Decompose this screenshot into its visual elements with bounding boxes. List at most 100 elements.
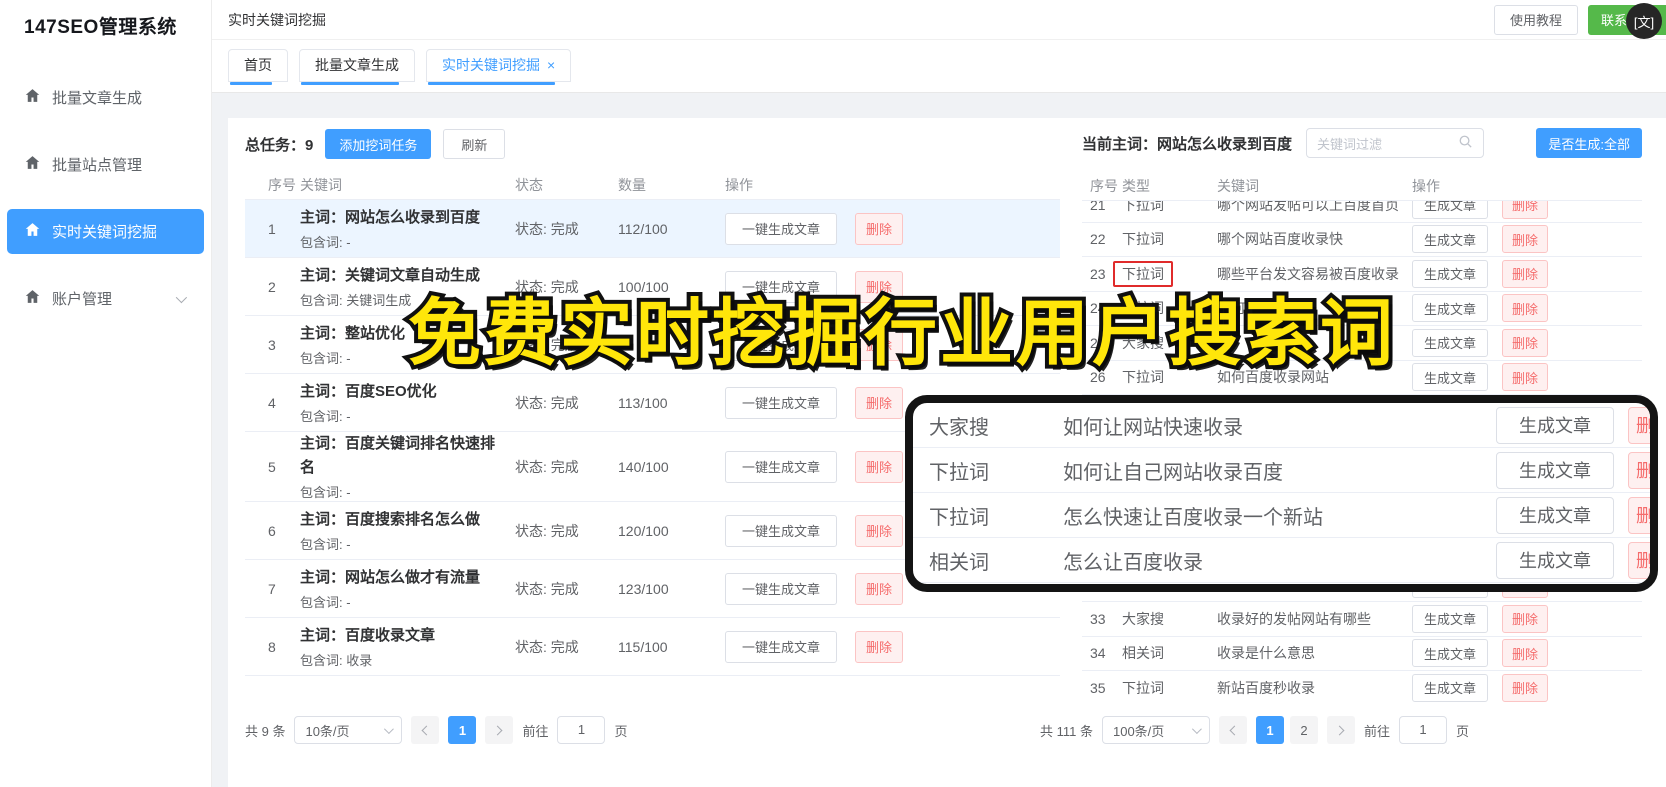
generate-all-button[interactable]: 是否生成:全部	[1536, 128, 1642, 158]
page-size-select[interactable]: 10条/页	[294, 716, 403, 744]
next-page-button[interactable]	[485, 716, 514, 744]
delete-button[interactable]: 删除	[855, 212, 903, 245]
delete-button[interactable]: 删除	[1628, 451, 1650, 489]
task-quantity: 120/100	[618, 522, 669, 539]
tab[interactable]: 首页×	[228, 49, 288, 85]
generate-article-button[interactable]: 生成文章	[1412, 259, 1488, 288]
add-task-button[interactable]: 添加挖词任务	[325, 129, 432, 159]
table-row[interactable]: 21 下拉词 哪个网站发帖可以上百度首页 生成文章 删除	[1082, 201, 1642, 223]
delete-button[interactable]: 删除	[1502, 639, 1548, 668]
goto-label: 前往	[1363, 723, 1390, 739]
delete-button[interactable]: 删除	[855, 630, 903, 663]
one-key-generate-button[interactable]: 一键生成文章	[725, 212, 837, 245]
prev-page-button[interactable]	[411, 716, 440, 744]
generate-article-button[interactable]: 生成文章	[1412, 225, 1488, 254]
table-row[interactable]: 24 下拉词 如何 生成文章 删除	[1082, 292, 1642, 326]
generate-article-button[interactable]: 生成文章	[1496, 496, 1614, 534]
tab[interactable]: 实时关键词挖掘 ×	[426, 49, 572, 85]
delete-button[interactable]: 删除	[1628, 541, 1650, 579]
delete-button[interactable]: 删除	[1502, 604, 1548, 633]
prev-page-button[interactable]	[1218, 716, 1247, 744]
sidebar-item[interactable]: 批量站点管理	[7, 142, 204, 187]
sidebar-item[interactable]: 实时关键词挖掘	[7, 209, 204, 254]
task-quantity: 112/100	[618, 220, 668, 237]
delete-button[interactable]: 删除	[855, 270, 903, 303]
delete-button[interactable]: 删除	[855, 450, 903, 483]
keyword-type: 相关词	[1122, 645, 1164, 662]
row-number: 2	[268, 278, 276, 295]
generate-article-button[interactable]: 生成文章	[1412, 328, 1488, 357]
table-row[interactable]: 1 主词：网站怎么收录到百度 包含词: - 状态: 完成 112/100 一键生…	[245, 200, 1060, 258]
keyword-text: 如何让自己网站收录百度	[1063, 461, 1283, 484]
generate-article-button[interactable]: 生成文章	[1412, 604, 1488, 633]
goto-page-input[interactable]: 1	[557, 716, 606, 744]
sidebar-item[interactable]: 批量文章生成	[7, 75, 204, 120]
generate-article-button[interactable]: 生成文章	[1496, 406, 1614, 444]
delete-button[interactable]: 删除	[855, 514, 903, 547]
page-number[interactable]: 2	[1289, 716, 1318, 744]
delete-button[interactable]: 删除	[1502, 328, 1548, 357]
table-row[interactable]: 26 下拉词 如何百度收录网站 生成文章 删除	[1082, 361, 1642, 395]
generate-article-button[interactable]: 生成文章	[1496, 451, 1614, 489]
refresh-button[interactable]: 刷新	[443, 129, 506, 159]
delete-button[interactable]: 删除	[1502, 673, 1548, 702]
one-key-generate-button[interactable]: 一键生成文章	[725, 514, 837, 547]
total-tasks-label: 总任务：9	[245, 136, 314, 154]
close-icon[interactable]: ×	[547, 57, 555, 73]
next-page-button[interactable]	[1326, 716, 1355, 744]
tab[interactable]: 批量文章生成×	[299, 49, 415, 85]
keyword-text: 怎么快速让百度收录一个新站	[1063, 506, 1323, 529]
sidebar-item[interactable]: 账户管理	[7, 276, 204, 321]
table-row[interactable]: 23 下拉词 哪些平台发文容易被百度收录 生成文章 删除	[1082, 257, 1642, 292]
one-key-generate-button[interactable]: 一键生成文章	[725, 328, 837, 361]
delete-button[interactable]: 删除	[1502, 294, 1548, 323]
keyword-filter-input[interactable]: 关键词过滤	[1306, 128, 1485, 158]
delete-button[interactable]: 删除	[1628, 496, 1650, 534]
delete-button[interactable]: 删除	[1628, 406, 1650, 444]
page-number[interactable]: 1	[448, 716, 477, 744]
page-number[interactable]: 1	[1255, 716, 1284, 744]
tab-label: 批量文章生成	[315, 57, 399, 73]
table-row[interactable]: 2 主词：关键词文章自动生成 包含词: 关键词生成 状态: 完成 100/100…	[245, 258, 1060, 316]
watermark-logo-icon: [文]	[1626, 3, 1662, 39]
table-row[interactable]: 25 大家搜 生成文章 删除	[1082, 326, 1642, 361]
row-number: 25	[1090, 334, 1106, 351]
row-number: 26	[1090, 369, 1106, 386]
one-key-generate-button[interactable]: 一键生成文章	[725, 572, 837, 605]
one-key-generate-button[interactable]: 一键生成文章	[725, 450, 837, 483]
keyword-pagination: 共 111 条 100条/页 12 前往 1 页	[1040, 716, 1642, 744]
keyword-type: 下拉词	[1122, 369, 1164, 386]
one-key-generate-button[interactable]: 一键生成文章	[725, 386, 837, 419]
table-row[interactable]: 34 相关词 收录是什么意思 生成文章 删除	[1082, 637, 1642, 671]
delete-button[interactable]: 删除	[855, 572, 903, 605]
delete-button[interactable]: 删除	[855, 328, 903, 361]
generate-article-button[interactable]: 生成文章	[1412, 201, 1488, 219]
row-number: 1	[268, 220, 276, 237]
row-number: 22	[1090, 231, 1106, 248]
delete-button[interactable]: 删除	[1502, 201, 1548, 219]
generate-article-button[interactable]: 生成文章	[1412, 363, 1488, 392]
keyword-text: 收录好的发帖网站有哪些	[1217, 610, 1371, 627]
one-key-generate-button[interactable]: 一键生成文章	[725, 270, 837, 303]
table-row[interactable]: 35 下拉词 新站百度秒收录 生成文章 删除	[1082, 671, 1642, 703]
table-row[interactable]: 8 主词：百度收录文章 包含词: 收录 状态: 完成 115/100 一键生成文…	[245, 618, 1060, 676]
generate-article-button[interactable]: 生成文章	[1496, 541, 1614, 579]
delete-button[interactable]: 删除	[855, 386, 903, 419]
task-include-words: 包含词: -	[300, 537, 351, 553]
generate-article-button[interactable]: 生成文章	[1412, 673, 1488, 702]
one-key-generate-button[interactable]: 一键生成文章	[725, 630, 837, 663]
table-row[interactable]: 22 下拉词 哪个网站百度收录快 生成文章 删除	[1082, 223, 1642, 257]
table-row[interactable]: 3 主词：整站优化 包含词: - 状态: 完成 一键生成文章 删除	[245, 316, 1060, 374]
delete-button[interactable]: 删除	[1502, 225, 1548, 254]
delete-button[interactable]: 删除	[1502, 259, 1548, 288]
generate-article-button[interactable]: 生成文章	[1412, 294, 1488, 323]
table-row[interactable]: 33 大家搜 收录好的发帖网站有哪些 生成文章 删除	[1082, 602, 1642, 637]
task-include-words: 包含词: 关键词生成	[300, 293, 412, 309]
home-icon	[24, 288, 41, 309]
delete-button[interactable]: 删除	[1502, 363, 1548, 392]
generate-article-button[interactable]: 生成文章	[1412, 639, 1488, 668]
row-number: 5	[268, 458, 276, 475]
tutorial-button[interactable]: 使用教程	[1493, 4, 1578, 35]
page-size-select[interactable]: 100条/页	[1101, 716, 1210, 744]
goto-page-input[interactable]: 1	[1399, 716, 1447, 744]
